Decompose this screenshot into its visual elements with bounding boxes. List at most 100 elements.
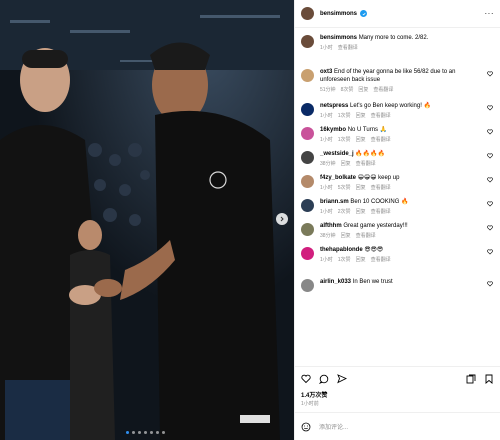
translate-link[interactable]: 查看翻译 [371,184,391,192]
comment-heart-icon[interactable] [486,105,494,111]
avatar[interactable] [301,35,314,48]
reply-button[interactable]: 回复 [341,160,351,168]
comment-time: 1小时 [320,257,333,263]
collection-icon[interactable] [466,374,476,384]
comment-heart-icon[interactable] [486,249,494,255]
reply-button[interactable]: 回复 [356,208,366,216]
carousel-dot [144,431,147,434]
comments-list: bensimmons Many more to come. 2/82. 1小时 … [295,28,500,366]
comment-text: Ben 10 COOKING 🔥 [350,199,409,205]
reply-button[interactable]: 回复 [356,256,366,264]
comment-row: airlin_k033 In Ben we trust [301,278,494,298]
comment-heart-icon[interactable] [486,281,494,287]
add-comment-bar: 添加评论... [295,412,500,440]
avatar[interactable] [301,223,314,236]
reply-button[interactable]: 回复 [356,184,366,192]
avatar[interactable] [301,247,314,260]
comment-text: End of the year gonna be like 56/82 due … [320,69,456,83]
carousel-dot [126,431,129,434]
carousel-dot [162,431,165,434]
translate-link[interactable]: 查看翻译 [371,256,391,264]
post-photo[interactable] [0,0,294,440]
comment-likes[interactable]: 1次赞 [338,256,351,264]
avatar[interactable] [301,69,314,82]
comment-username[interactable]: briann.sm [320,199,349,205]
comment-username[interactable]: 16kymbo [320,127,346,133]
action-bar [295,366,500,390]
comment-likes[interactable]: 8次赞 [341,86,354,94]
comment-username[interactable]: alfthhm [320,223,342,229]
comment-heart-icon[interactable] [486,177,494,183]
comment-likes[interactable]: 2次赞 [338,208,351,216]
comment-row: thehapablonde 😎😎😎 1小时 1次赞 回复 查看翻译 [301,246,494,278]
comment-time: 38分钟 [320,161,336,167]
emoji-icon[interactable] [301,422,311,432]
next-image-button[interactable] [276,213,288,225]
reply-button[interactable]: 回复 [356,112,366,120]
comment-heart-icon[interactable] [486,201,494,207]
photo-scene [0,0,294,440]
translate-link[interactable]: 查看翻译 [371,112,391,120]
translate-link[interactable]: 查看翻译 [356,232,376,240]
comment-row: _westside_j 🔥🔥🔥🔥 38分钟 回复 查看翻译 [301,150,494,174]
comment-row: netspress Let's go Ben keep working! 🔥 1小… [301,102,494,126]
comment-input[interactable]: 添加评论... [319,422,348,431]
comment-row: oxt3 End of the year gonna be like 56/82… [301,68,494,102]
translate-link[interactable]: 查看翻译 [338,44,358,52]
username-link[interactable]: bensimmons [320,11,357,17]
post-sidebar: bensimmons ··· bensimmons Many more to c… [294,0,500,440]
comment-text: 🔥🔥🔥🔥 [355,151,386,157]
translate-link[interactable]: 查看翻译 [371,136,391,144]
comment-likes[interactable]: 1次赞 [338,136,351,144]
avatar[interactable] [301,199,314,212]
share-icon[interactable] [337,373,347,384]
comment-text: In Ben we trust [352,279,393,285]
post-timestamp: 1小时前 [301,401,319,407]
comment-heart-icon[interactable] [486,153,494,159]
author-username[interactable]: bensimmons [320,10,368,17]
comment-username[interactable]: airlin_k033 [320,279,351,285]
like-count[interactable]: 1.4万次赞 [295,390,500,400]
avatar[interactable] [301,7,314,20]
avatar[interactable] [301,127,314,140]
translate-link[interactable]: 查看翻译 [356,160,376,168]
comment-heart-icon[interactable] [486,129,494,135]
reply-button[interactable]: 回复 [358,86,368,94]
comment-username[interactable]: netspress [320,103,348,109]
comment-row: f4zy_bolkate 😁😁😁 keep up 1小时 5次赞 回复 查看翻译 [301,174,494,198]
comment-text: 😎😎😎 [364,247,384,253]
more-options-icon[interactable]: ··· [485,9,495,18]
comment-likes[interactable]: 1次赞 [338,112,351,120]
comment-username[interactable]: f4zy_bolkate [320,175,356,181]
comment-username[interactable]: _westside_j [320,151,354,157]
carousel-indicator [126,431,165,434]
bookmark-icon[interactable] [484,374,494,384]
comment-time: 1小时 [320,137,333,143]
translate-link[interactable]: 查看翻译 [373,86,393,94]
caption-username[interactable]: bensimmons [320,35,357,41]
comment-icon[interactable] [319,374,329,384]
comment-time: 1小时 [320,209,333,215]
instagram-post-view: bensimmons ··· bensimmons Many more to c… [0,0,500,440]
comment-heart-icon[interactable] [486,225,494,231]
avatar[interactable] [301,175,314,188]
caption-text: Many more to come. 2/82. [358,35,429,41]
reply-button[interactable]: 回复 [341,232,351,240]
post-header: bensimmons ··· [295,0,500,28]
comment-username[interactable]: thehapablonde [320,247,363,253]
comment-row: alfthhm Great game yesterday!!! 38分钟 回复 查看翻… [301,222,494,246]
avatar[interactable] [301,103,314,116]
carousel-dot [132,431,135,434]
comment-time: 1小时 [320,113,333,119]
comment-likes[interactable]: 5次赞 [338,184,351,192]
translate-link[interactable]: 查看翻译 [371,208,391,216]
like-heart-icon[interactable] [301,374,311,384]
avatar[interactable] [301,279,314,292]
comment-username[interactable]: oxt3 [320,69,332,75]
avatar[interactable] [301,151,314,164]
comment-heart-icon[interactable] [486,71,494,77]
chevron-right-icon [280,216,284,222]
reply-button[interactable]: 回复 [356,136,366,144]
comment-text: 😁😁😁 keep up [357,175,400,181]
comment-time: 1小时 [320,185,333,191]
